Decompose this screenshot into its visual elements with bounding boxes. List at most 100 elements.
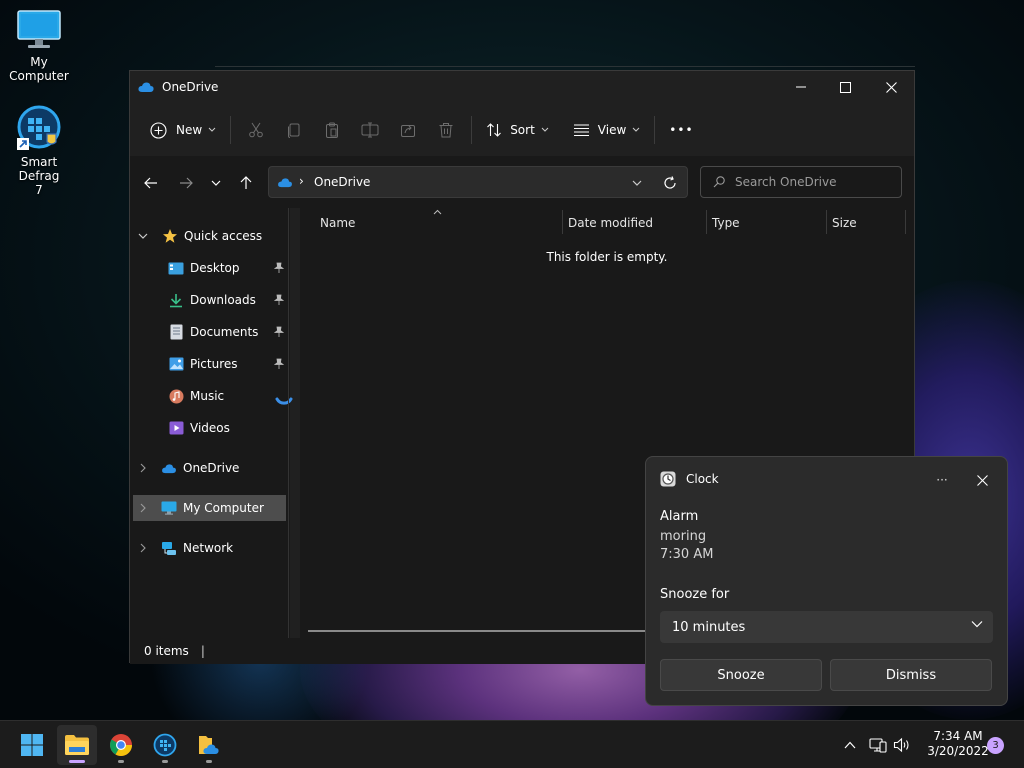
running-app-indicator (162, 760, 168, 763)
nav-item-label: Downloads (190, 293, 256, 307)
back-button[interactable] (138, 170, 164, 196)
column-separator[interactable] (826, 210, 827, 234)
folder-icon (65, 735, 89, 755)
column-header-name[interactable]: Name (320, 216, 355, 230)
breadcrumb-separator: › (299, 174, 304, 188)
taskbar-chrome[interactable] (101, 725, 141, 765)
nav-item-pictures[interactable]: Pictures (168, 351, 286, 377)
start-button[interactable] (12, 725, 52, 765)
view-button[interactable]: View (565, 114, 648, 146)
navigation-row: › OneDrive (130, 156, 914, 208)
nav-item-music[interactable]: Music (168, 383, 286, 409)
picture-icon (168, 356, 184, 372)
breadcrumb-segment[interactable]: OneDrive (314, 175, 370, 189)
up-button[interactable] (233, 170, 259, 196)
taskbar-smart-defrag[interactable] (145, 725, 185, 765)
nav-item-desktop[interactable]: Desktop (168, 255, 286, 281)
chevron-down-icon (208, 127, 216, 132)
column-separator[interactable] (905, 210, 906, 234)
close-button[interactable] (868, 71, 914, 103)
wallpaper-edge-line (215, 66, 915, 67)
taskbar-clock[interactable]: 7:34 AM 3/20/2022 (920, 729, 996, 759)
nav-item-documents[interactable]: Documents (168, 319, 286, 345)
column-header-date-modified[interactable]: Date modified (568, 216, 653, 230)
taskbar-file-explorer[interactable] (57, 725, 97, 765)
toolbar-divider (654, 116, 656, 144)
sort-icon (487, 123, 502, 137)
recent-locations-button[interactable] (203, 170, 229, 196)
rename-button[interactable] (351, 114, 389, 146)
snooze-label: Snooze for (660, 587, 730, 602)
defrag-app-icon (153, 733, 177, 757)
nav-item-videos[interactable]: Videos (168, 415, 286, 441)
alarm-name: moring (660, 529, 707, 544)
maximize-button[interactable] (822, 71, 868, 103)
nav-item-onedrive[interactable]: OneDrive (140, 455, 296, 481)
view-button-label: View (597, 123, 627, 137)
new-button[interactable]: New (142, 114, 224, 146)
copy-button[interactable] (275, 114, 313, 146)
address-bar[interactable]: › OneDrive (268, 166, 688, 198)
pin-icon (274, 326, 284, 337)
desktop-icon-my-computer[interactable]: My Computer (0, 8, 78, 83)
network-status-button[interactable] (868, 735, 888, 755)
minimize-button[interactable] (778, 71, 824, 103)
chevron-down-icon (632, 180, 642, 186)
title-bar[interactable]: OneDrive (130, 71, 914, 103)
network-wired-icon (869, 738, 887, 753)
chevron-down-icon (632, 127, 640, 132)
more-icon: ••• (669, 123, 694, 137)
minimize-icon (796, 86, 806, 88)
nav-item-downloads[interactable]: Downloads (168, 287, 286, 313)
column-header-size[interactable]: Size (832, 216, 857, 230)
nav-item-label: Pictures (190, 357, 238, 371)
pin-icon (274, 262, 284, 273)
cut-button[interactable] (237, 114, 275, 146)
chevron-down-icon (541, 127, 549, 132)
share-button[interactable] (389, 114, 427, 146)
delete-button[interactable] (427, 114, 465, 146)
plus-circle-icon (150, 121, 167, 139)
nav-item-label: Documents (190, 325, 259, 339)
search-icon (713, 176, 725, 188)
taskbar-onedrive-folder[interactable] (189, 725, 229, 765)
sort-button[interactable]: Sort (478, 114, 557, 146)
snooze-button[interactable]: Snooze (660, 659, 822, 691)
share-icon (401, 125, 416, 137)
snooze-duration-select[interactable]: 10 minutes (660, 611, 993, 643)
trash-icon (439, 123, 453, 138)
more-options-button[interactable]: ••• (661, 114, 701, 146)
arrow-up-icon (240, 176, 252, 189)
nav-item-quick-access[interactable]: Quick access (138, 223, 294, 249)
chevron-right-icon (140, 503, 146, 513)
desktop-icon-smart-defrag[interactable]: Smart Defrag 7 (0, 104, 78, 197)
dismiss-button[interactable]: Dismiss (830, 659, 992, 691)
column-separator[interactable] (706, 210, 707, 234)
new-button-label: New (176, 123, 203, 137)
pane-splitter[interactable] (288, 208, 289, 638)
address-history-button[interactable] (627, 173, 647, 193)
column-header-type[interactable]: Type (712, 216, 740, 230)
forward-button[interactable] (173, 170, 199, 196)
nav-item-network[interactable]: Network (140, 535, 296, 561)
paste-button[interactable] (313, 114, 351, 146)
chevron-right-icon (140, 463, 146, 473)
notification-close-button[interactable] (969, 469, 995, 491)
search-input[interactable] (735, 175, 885, 189)
show-hidden-icons-button[interactable] (840, 735, 860, 755)
nav-item-my-computer[interactable]: My Computer (133, 495, 286, 521)
rename-icon (361, 122, 379, 138)
column-separator[interactable] (562, 210, 563, 234)
nav-item-label: OneDrive (183, 461, 240, 475)
refresh-button[interactable] (660, 173, 680, 193)
search-box[interactable] (700, 166, 902, 198)
chevron-down-icon (971, 621, 983, 628)
pin-icon (274, 358, 284, 369)
onedrive-icon (278, 178, 292, 188)
notification-more-button[interactable]: ··· (929, 469, 955, 491)
notification-count-badge[interactable]: 3 (987, 737, 1004, 754)
toolbar-divider (471, 116, 473, 144)
running-app-indicator (118, 760, 124, 763)
volume-button[interactable] (892, 735, 912, 755)
alarm-time: 7:30 AM (660, 547, 714, 562)
